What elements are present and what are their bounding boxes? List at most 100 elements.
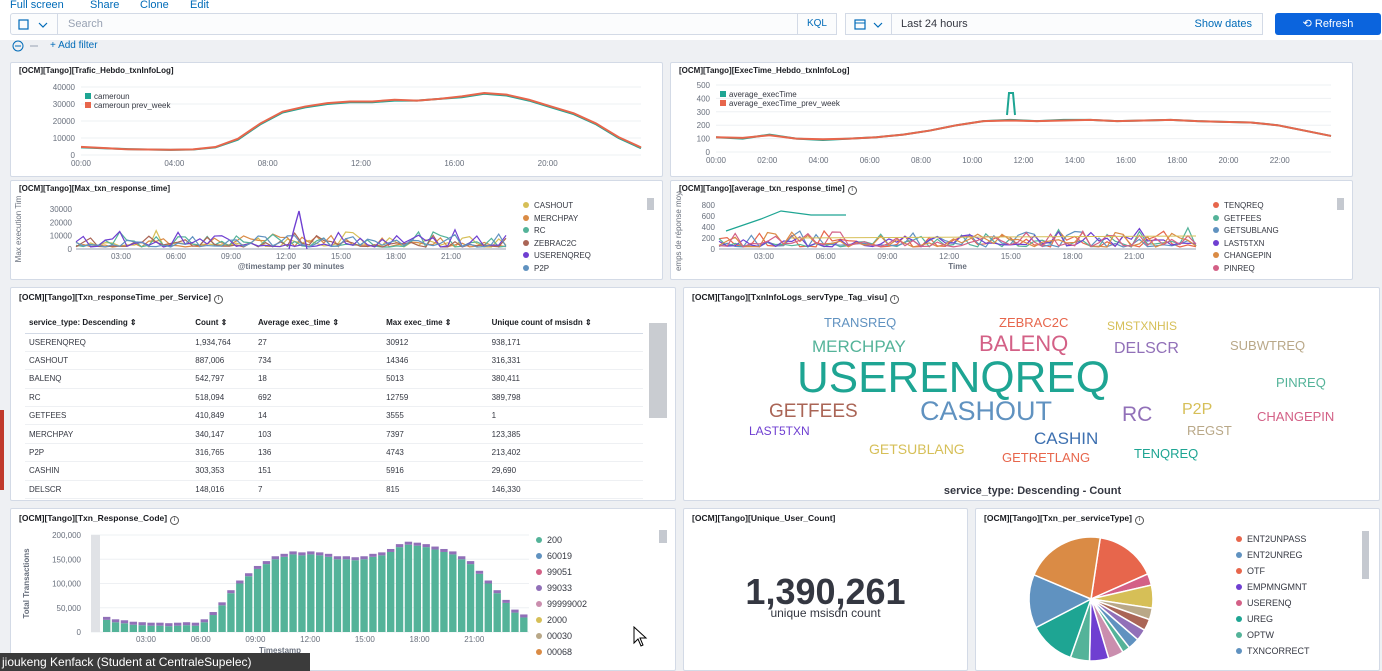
legend-item[interactable]: ENT2UNPASS xyxy=(1236,531,1310,547)
bar xyxy=(236,583,244,632)
cloud-word[interactable]: TRANSREQ xyxy=(824,316,896,329)
legend-dot xyxy=(523,252,529,258)
legend-item[interactable]: OTF xyxy=(1236,563,1310,579)
legend-item[interactable]: 60019 xyxy=(536,548,587,564)
legend-item[interactable]: UREG xyxy=(1236,611,1310,627)
info-icon[interactable]: i xyxy=(890,295,900,304)
column-header[interactable]: service_type: Descending ⇕ xyxy=(25,313,192,334)
legend-scrollbar[interactable] xyxy=(647,198,654,210)
legend-item[interactable]: EMPMNGMNT xyxy=(1236,579,1310,595)
cloud-word[interactable]: CHANGEPIN xyxy=(1257,410,1334,423)
legend-item[interactable]: 99051 xyxy=(536,564,587,580)
date-picker[interactable]: Last 24 hours Show dates xyxy=(845,13,1263,35)
legend-item[interactable]: 200 xyxy=(536,532,587,548)
cloud-word[interactable]: CASHIN xyxy=(1034,430,1098,447)
legend-item[interactable]: CHANGEPIN xyxy=(1213,250,1279,263)
legend-label: LAST5TXN xyxy=(1224,238,1265,248)
column-header[interactable]: Unique count of msisdn ⇕ xyxy=(487,313,643,334)
legend-item[interactable]: ZEBRAC2C xyxy=(523,238,591,251)
cloud-word[interactable]: ZEBRAC2C xyxy=(999,316,1068,329)
x-tick-label: 09:00 xyxy=(245,635,266,644)
bar-segment xyxy=(351,557,359,561)
legend-item[interactable]: 00030 xyxy=(536,628,587,644)
legend-item[interactable]: CASHOUT xyxy=(523,200,591,213)
search-input[interactable]: Search xyxy=(58,13,798,35)
refresh-button[interactable]: ⟲ Refresh xyxy=(1275,13,1381,35)
column-header[interactable]: Max exec_time ⇕ xyxy=(382,313,488,334)
cloud-word[interactable]: DELSCR xyxy=(1114,341,1179,357)
cloud-word[interactable]: PINREQ xyxy=(1276,376,1326,389)
cloud-word[interactable]: SUBWTREQ xyxy=(1230,339,1305,352)
table-cell: 1,934,764 xyxy=(191,333,254,352)
info-icon[interactable]: i xyxy=(1135,516,1144,525)
table-cell: 5916 xyxy=(382,461,488,481)
y-tick-label: 10000 xyxy=(50,232,73,241)
legend-item[interactable]: 99033 xyxy=(536,580,587,596)
table-cell: 303,353 xyxy=(191,461,254,481)
edit-link[interactable]: Edit xyxy=(190,0,209,11)
series-line xyxy=(715,118,1332,141)
table-cell: P2P xyxy=(25,443,192,463)
y-axis-title: Total Transactions xyxy=(22,548,31,619)
full-screen-link[interactable]: Full screen xyxy=(10,0,64,11)
time-range: Last 24 hours xyxy=(901,18,968,30)
show-dates-link[interactable]: Show dates xyxy=(1195,18,1252,30)
cloud-word[interactable]: SMSTXNHIS xyxy=(1107,320,1177,332)
legend-item[interactable]: GETFEES xyxy=(1213,213,1279,226)
legend-dot xyxy=(536,537,542,543)
legend-item[interactable]: LAST5TXN xyxy=(1213,238,1279,251)
cloud-word[interactable]: RC xyxy=(1122,404,1152,425)
legend-scrollbar[interactable] xyxy=(1362,531,1369,579)
add-filter-link[interactable]: + Add filter xyxy=(50,40,98,51)
table-scrollbar[interactable] xyxy=(649,323,667,418)
cloud-word[interactable]: USERENQREQ xyxy=(797,356,1110,400)
panel-max-response: [OCM][Tango][Max_txn_response_time] 3000… xyxy=(10,180,663,280)
saved-query-button[interactable] xyxy=(10,13,58,35)
legend-item[interactable]: PINREQ xyxy=(1213,263,1279,276)
column-header[interactable]: Count ⇕ xyxy=(191,313,254,334)
cloud-word[interactable]: GETSUBLANG xyxy=(869,442,965,456)
legend-item[interactable]: ENT2UNREG xyxy=(1236,547,1310,563)
legend-item[interactable]: MERCHPAY xyxy=(523,213,591,226)
filter-options-icon[interactable] xyxy=(12,40,42,52)
bar-segment xyxy=(493,590,501,594)
cloud-word[interactable]: P2P xyxy=(1182,402,1212,418)
clone-link[interactable]: Clone xyxy=(140,0,169,11)
legend-item[interactable]: TENQREQ xyxy=(1213,200,1279,213)
cloud-word[interactable]: CASHOUT xyxy=(920,398,1052,425)
cloud-word[interactable]: TENQREQ xyxy=(1134,447,1198,460)
legend-item[interactable]: 00068 xyxy=(536,644,587,660)
bar xyxy=(165,626,173,632)
response-code-bar-chart: 200,000 150,000 100,000 50,000 0 03:00 06:00 09… xyxy=(22,531,529,655)
cloud-word[interactable]: REGST xyxy=(1187,424,1232,437)
cloud-word[interactable]: GETRETLANG xyxy=(1002,451,1090,464)
bar xyxy=(449,554,457,632)
legend-item[interactable]: 2000 xyxy=(536,612,587,628)
legend-item[interactable]: OPTW xyxy=(1236,627,1310,643)
legend-dot xyxy=(1236,616,1242,622)
info-icon[interactable]: i xyxy=(213,295,223,304)
column-header[interactable]: Average exec_time ⇕ xyxy=(253,313,383,334)
calendar-button[interactable] xyxy=(846,14,892,34)
cloud-word[interactable]: GETFEES xyxy=(769,402,858,421)
bar-segment xyxy=(511,609,519,613)
cloud-word[interactable]: LAST5TXN xyxy=(749,425,810,437)
legend-scrollbar[interactable] xyxy=(1337,198,1344,210)
legend-item[interactable]: TXNCORRECT xyxy=(1236,643,1310,659)
legend-scrollbar[interactable] xyxy=(659,530,667,543)
legend-item[interactable]: P2P xyxy=(523,263,591,276)
bar xyxy=(511,612,519,632)
kql-toggle[interactable]: KQL xyxy=(797,13,837,35)
legend-item[interactable]: USERENQREQ xyxy=(523,250,591,263)
share-link[interactable]: Share xyxy=(90,0,119,11)
x-tick-label: 04:00 xyxy=(164,159,185,168)
info-icon[interactable]: i xyxy=(170,516,180,525)
bar-segment xyxy=(387,548,395,552)
service-pie-chart xyxy=(1028,536,1154,662)
legend-item[interactable]: GETSUBLANG xyxy=(1213,225,1279,238)
legend-item[interactable]: USERENQ xyxy=(1236,595,1310,611)
legend-item[interactable]: RC xyxy=(523,225,591,238)
cloud-word[interactable]: BALENQ xyxy=(979,333,1068,355)
bar xyxy=(378,555,386,632)
legend-item[interactable]: 99999002 xyxy=(536,596,587,612)
